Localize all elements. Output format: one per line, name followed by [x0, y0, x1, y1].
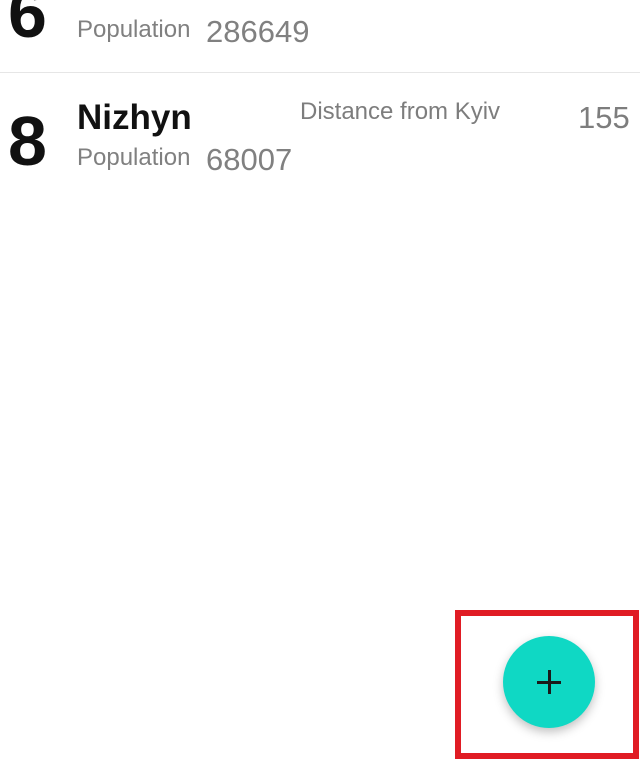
city-rank: 6 [8, 0, 47, 52]
city-list-screen: 6 Population 286649 8 Nizhyn Population … [0, 0, 640, 779]
city-rank: 8 [8, 102, 47, 180]
distance-label: Distance from Kyiv [300, 98, 501, 125]
population-label: Population [77, 144, 191, 171]
population-value: 68007 [206, 142, 293, 177]
list-divider [0, 72, 640, 73]
add-city-button[interactable] [503, 636, 595, 728]
distance-value: 155 [578, 100, 630, 135]
population-value: 286649 [206, 14, 310, 49]
city-name: Nizhyn [77, 98, 192, 137]
population-label: Population [77, 16, 191, 43]
list-item[interactable]: 6 Population 286649 [0, 0, 640, 70]
list-item[interactable]: 8 Nizhyn Population 68007 Distance from … [0, 86, 640, 198]
